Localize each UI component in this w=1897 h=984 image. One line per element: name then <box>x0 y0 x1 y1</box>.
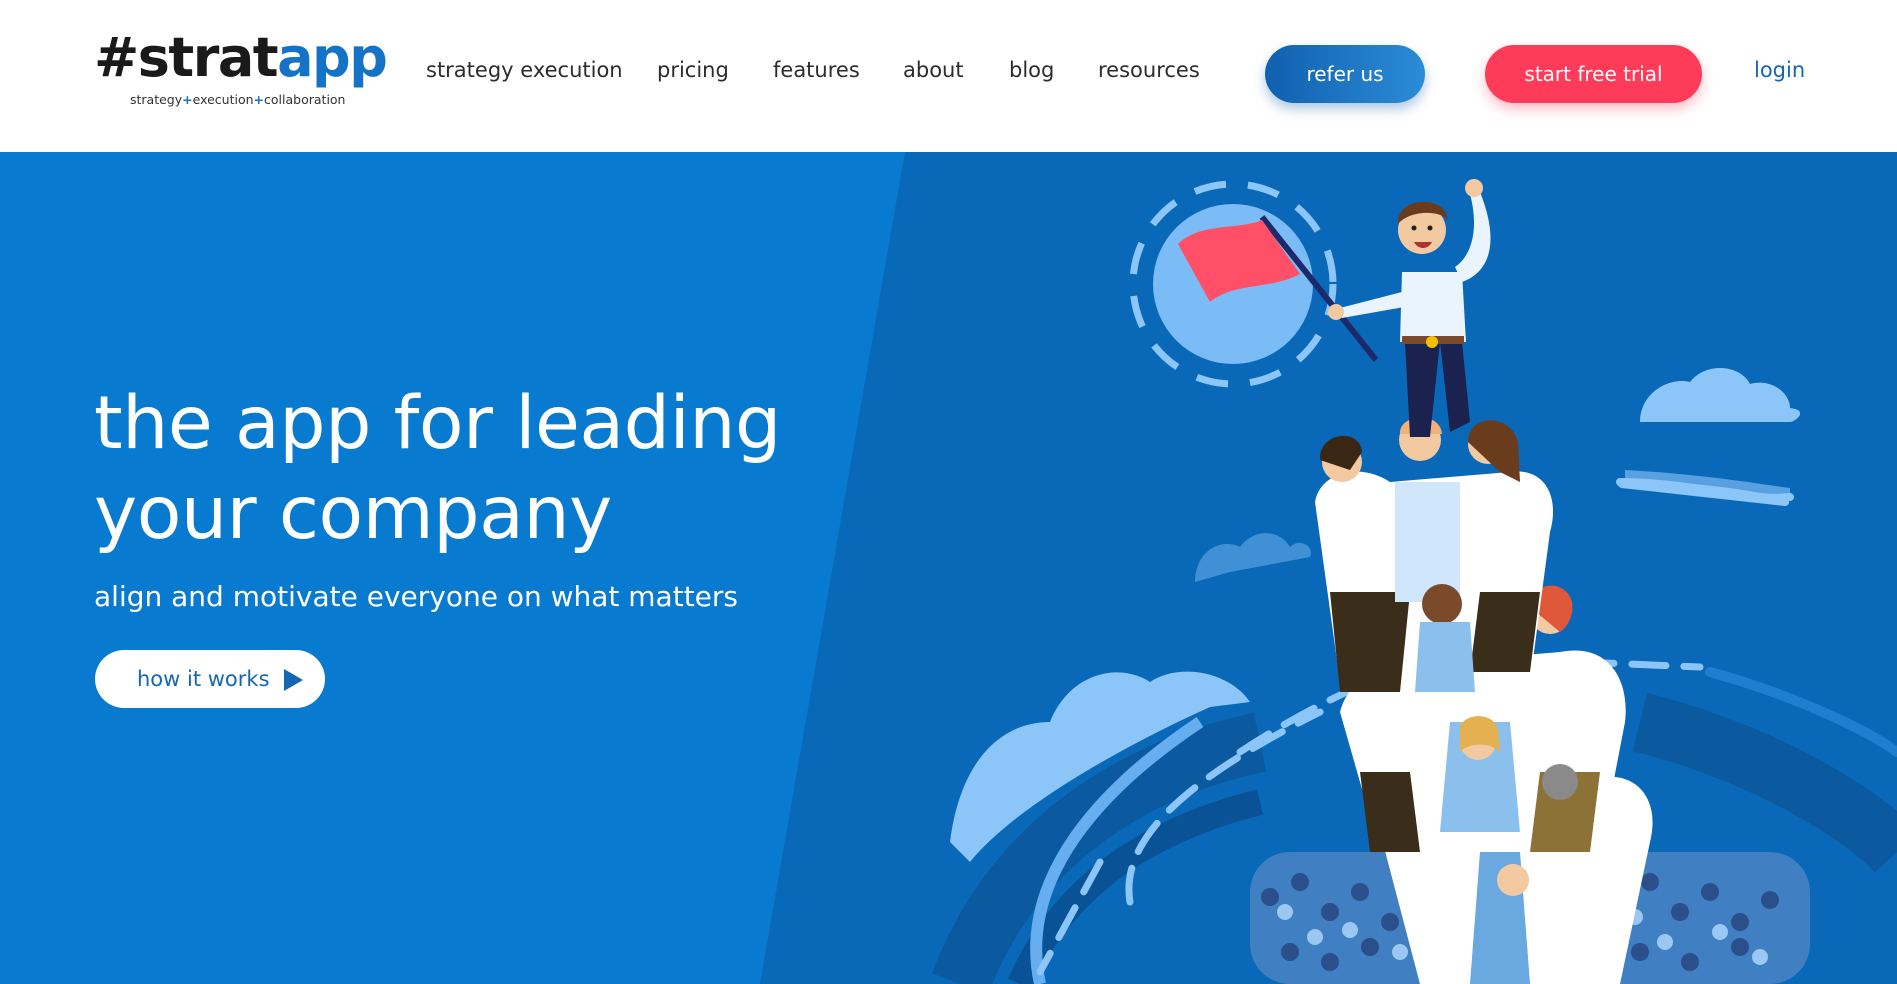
logo-word-blue: app <box>277 26 388 89</box>
nav-resources[interactable]: resources <box>1098 58 1200 82</box>
refer-us-button[interactable]: refer us <box>1265 45 1425 103</box>
hero-section: the app for leading your company align a… <box>0 152 1897 984</box>
site-header: #stratapp strategy+execution+collaborati… <box>0 0 1897 152</box>
logo-word-dark: #strat <box>94 26 279 89</box>
team-tower-illustration <box>931 179 1897 984</box>
tagline-part: execution <box>192 92 254 107</box>
logo-tagline: strategy+execution+collaboration <box>130 92 345 107</box>
tagline-part: collaboration <box>264 92 346 107</box>
login-link[interactable]: login <box>1754 58 1805 82</box>
tagline-plus: + <box>253 92 265 107</box>
logo[interactable]: #stratapp strategy+execution+collaborati… <box>94 26 388 108</box>
tagline-part: strategy <box>130 92 183 107</box>
nav-blog[interactable]: blog <box>1009 58 1054 82</box>
logo-wordmark: #stratapp <box>94 26 388 89</box>
nav-strategy-execution[interactable]: strategy execution <box>426 58 623 82</box>
start-free-trial-button[interactable]: start free trial <box>1485 45 1702 103</box>
nav-pricing[interactable]: pricing <box>657 58 729 82</box>
nav-about[interactable]: about <box>903 58 964 82</box>
nav-features[interactable]: features <box>773 58 860 82</box>
tagline-plus: + <box>182 92 193 107</box>
